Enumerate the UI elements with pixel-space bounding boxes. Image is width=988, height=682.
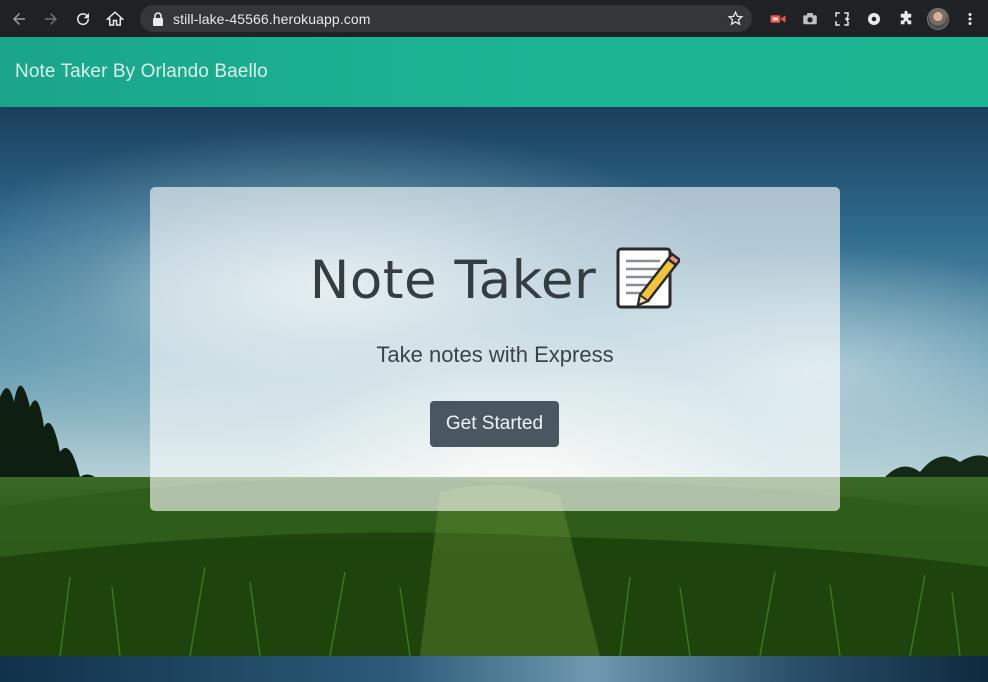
page-subtitle: Take notes with Express xyxy=(376,342,614,367)
page-footer-edge xyxy=(0,656,988,682)
browser-toolbar: still-lake-45566.herokuapp.com xyxy=(0,0,988,37)
camera-icon[interactable] xyxy=(794,0,826,37)
more-vert-icon[interactable] xyxy=(954,0,986,37)
jumbotron: Note Taker Take notes with Express Get S… xyxy=(150,187,840,511)
app-navbar: Note Taker By Orlando Baello xyxy=(0,37,988,107)
extension-circle-icon[interactable] xyxy=(858,0,890,37)
home-icon[interactable] xyxy=(102,6,128,32)
url-text[interactable]: still-lake-45566.herokuapp.com xyxy=(173,11,371,27)
navbar-brand[interactable]: Note Taker By Orlando Baello xyxy=(15,61,268,83)
page-title: Note Taker xyxy=(309,249,597,311)
puzzle-icon[interactable] xyxy=(890,0,922,37)
avatar[interactable] xyxy=(927,7,949,30)
memo-icon xyxy=(616,247,681,309)
profile-avatar[interactable] xyxy=(922,0,954,37)
lock-icon xyxy=(153,11,163,26)
extension-video-icon[interactable] xyxy=(762,0,794,37)
jumbotron-heading: Note Taker xyxy=(150,247,840,311)
reload-icon[interactable] xyxy=(70,6,96,32)
star-icon[interactable] xyxy=(727,10,744,27)
back-icon[interactable] xyxy=(6,6,32,32)
forward-icon[interactable] xyxy=(38,6,64,32)
address-bar[interactable]: still-lake-45566.herokuapp.com xyxy=(140,5,752,32)
get-started-button[interactable]: Get Started xyxy=(430,401,559,447)
screenshot-icon[interactable] xyxy=(826,0,858,37)
